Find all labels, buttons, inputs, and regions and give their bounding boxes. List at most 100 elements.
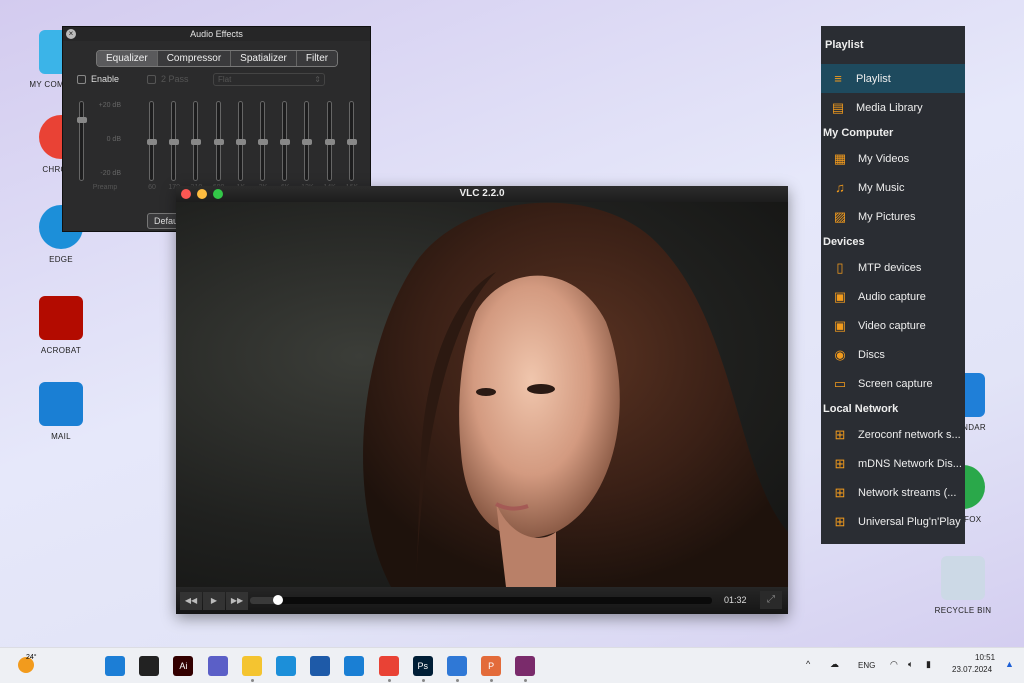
- playlist-item[interactable]: ⊞ Universal Plug'n'Play: [821, 507, 965, 536]
- slider-knob[interactable]: [77, 116, 87, 123]
- item-icon: ⊞: [834, 455, 846, 471]
- tab-filter[interactable]: Filter: [296, 51, 338, 66]
- playlist-sidebar: Playlist ≡ Playlist ▤ Media Library My Compu…: [821, 26, 965, 544]
- tab-compressor[interactable]: Compressor: [157, 51, 232, 66]
- store-icon[interactable]: [310, 656, 331, 676]
- band-slider-310[interactable]: [191, 101, 202, 181]
- playlist-item[interactable]: ♫ My Music: [821, 173, 965, 202]
- band-slider-3K[interactable]: [258, 101, 268, 181]
- band-slider-170[interactable]: [169, 101, 180, 181]
- playlist-item[interactable]: ⊞ mDNS Network Dis...: [821, 449, 965, 478]
- band-slider-6K[interactable]: [280, 101, 291, 181]
- forward-button[interactable]: ▶▶: [226, 592, 248, 610]
- tab-equalizer[interactable]: Equalizer: [97, 51, 158, 66]
- playlist-item[interactable]: ▭ Screen capture: [821, 369, 965, 398]
- close-icon[interactable]: ×: [66, 29, 76, 39]
- start-icon[interactable]: [105, 656, 125, 676]
- two-pass-checkbox[interactable]: 2 Pass: [147, 74, 189, 84]
- video-frame[interactable]: [176, 202, 788, 587]
- tray-chevron[interactable]: ^: [806, 659, 810, 669]
- audio-effects-titlebar[interactable]: × Audio Effects: [63, 27, 370, 41]
- item-label: Screen capture: [858, 377, 933, 390]
- slider-knob[interactable]: [280, 139, 291, 145]
- winrar-icon[interactable]: [515, 656, 536, 676]
- item-label: MTP devices: [858, 261, 922, 274]
- playlist-item[interactable]: ▣ Audio capture: [821, 282, 965, 311]
- zoom-button[interactable]: [213, 189, 223, 199]
- clock-date[interactable]: 23.07.2024: [952, 665, 992, 674]
- section-header[interactable]: My Computer: [821, 122, 965, 144]
- illustrator-icon[interactable]: Ai: [173, 656, 194, 676]
- wifi-icon[interactable]: ◠: [890, 659, 898, 670]
- slider-knob[interactable]: [169, 139, 180, 145]
- minimize-button[interactable]: [197, 189, 207, 199]
- band-slider-1K[interactable]: [235, 101, 246, 181]
- tab-spatializer[interactable]: Spatializer: [231, 51, 297, 66]
- playlist-item[interactable]: ⊞ Zeroconf network s...: [821, 420, 965, 449]
- band-slider-60[interactable]: [147, 101, 157, 181]
- band-slider-14K[interactable]: [324, 101, 335, 181]
- slider-knob[interactable]: [191, 139, 202, 145]
- slider-knob[interactable]: [302, 139, 313, 145]
- playlist-item[interactable]: ▨ My Pictures: [821, 202, 965, 231]
- playlist-item[interactable]: ⊞ Network streams (...: [821, 478, 965, 507]
- playlist-item[interactable]: ▤ Media Library: [821, 93, 965, 122]
- playlist-item[interactable]: ▯ MTP devices: [821, 253, 965, 282]
- close-button[interactable]: [181, 189, 191, 199]
- seek-bar[interactable]: [250, 595, 712, 605]
- running-indicator: [421, 679, 425, 682]
- preset-value: Flat: [218, 75, 232, 84]
- playlist-item[interactable]: ▣ Video capture: [821, 311, 965, 340]
- slider-knob[interactable]: [346, 139, 357, 145]
- file-explorer-icon[interactable]: [241, 656, 262, 676]
- photoshop-icon[interactable]: Ps: [412, 656, 433, 676]
- slider-knob[interactable]: [235, 139, 246, 145]
- mail-icon[interactable]: [344, 656, 365, 676]
- control-bar: ◀◀ ▶ ▶▶ 01:32 ⤢: [176, 587, 788, 614]
- volume-icon[interactable]: 🔈︎: [908, 659, 913, 670]
- vlc-window: VLC 2.2.0 ◀◀ ▶ ▶▶ 01:32 ⤢: [176, 186, 788, 614]
- playlist-item[interactable]: ≡ Playlist: [821, 64, 965, 93]
- play-button[interactable]: ▶: [203, 592, 225, 610]
- fullscreen-button[interactable]: ⤢: [760, 591, 782, 609]
- vlc-title: VLC 2.2.0: [459, 188, 505, 199]
- section-header[interactable]: Local Network: [821, 398, 965, 420]
- rewind-button[interactable]: ◀◀: [180, 592, 202, 610]
- weather-temp: 24°: [26, 654, 37, 661]
- notification-bell-icon[interactable]: ▲: [1005, 659, 1014, 669]
- desktop-icon-label: ACROBAT: [40, 346, 82, 355]
- enable-checkbox[interactable]: Enable: [77, 74, 119, 84]
- desktop-icon[interactable]: ACROBAT: [16, 296, 106, 355]
- seek-handle[interactable]: [272, 595, 283, 605]
- clock-time[interactable]: 10:51: [975, 653, 995, 662]
- playlist-item[interactable]: ▦ My Videos: [821, 144, 965, 173]
- item-icon: ▤: [831, 99, 845, 115]
- powerpoint-icon[interactable]: P: [481, 656, 502, 676]
- band-slider-600[interactable]: [213, 101, 224, 181]
- running-indicator: [490, 679, 494, 682]
- band-slider-12K[interactable]: [302, 101, 313, 181]
- slider-knob[interactable]: [147, 139, 157, 145]
- edge-icon[interactable]: [276, 656, 296, 676]
- preset-select[interactable]: Flat ⇕: [213, 73, 325, 86]
- slider-knob[interactable]: [324, 139, 335, 145]
- vlc-titlebar[interactable]: VLC 2.2.0: [176, 186, 788, 202]
- chrome-icon[interactable]: [378, 656, 399, 676]
- item-label: Discs: [858, 348, 885, 361]
- cloud-icon[interactable]: ☁: [830, 659, 839, 670]
- desktop-icon[interactable]: MAIL: [16, 382, 106, 441]
- language-indicator[interactable]: ENG: [858, 661, 875, 670]
- task-view-icon[interactable]: [139, 656, 160, 676]
- battery-icon[interactable]: ▮: [926, 659, 931, 670]
- playlist-item[interactable]: ◉ Discs: [821, 340, 965, 369]
- slider-knob[interactable]: [258, 139, 268, 145]
- band-label: 60: [148, 184, 156, 191]
- desktop-icon[interactable]: RECYCLE BIN: [918, 556, 1008, 615]
- teams-icon[interactable]: [207, 656, 228, 676]
- taskbar: 24° Ai Ps P ^ ☁ ENG ◠ 🔈︎ ▮ 10:51 23.07.202…: [0, 647, 1024, 683]
- photos-icon[interactable]: [447, 656, 467, 676]
- slider-knob[interactable]: [213, 139, 224, 145]
- section-header[interactable]: Devices: [821, 231, 965, 253]
- icon-text: Ai: [179, 661, 188, 671]
- band-slider-16K[interactable]: [346, 101, 357, 181]
